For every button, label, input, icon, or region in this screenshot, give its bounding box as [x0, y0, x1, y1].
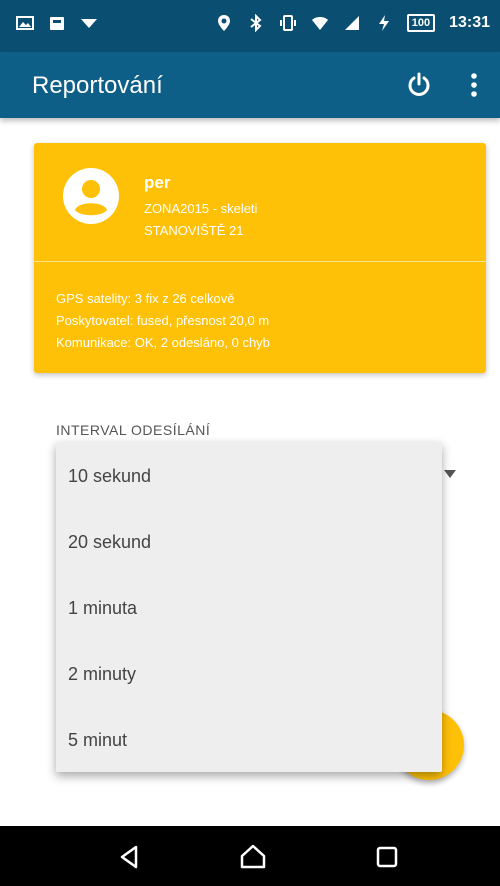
bag-icon [48, 14, 66, 32]
overflow-menu-button[interactable] [464, 70, 484, 100]
back-button[interactable] [112, 840, 146, 874]
home-button[interactable] [236, 840, 270, 874]
card-divider [34, 261, 486, 262]
signal-icon [343, 14, 361, 32]
status-bar-right: 100 13:31 [215, 14, 490, 32]
option-label: 2 minuty [68, 664, 136, 685]
power-button[interactable] [404, 70, 434, 100]
gallery-icon [16, 14, 34, 32]
recents-icon [370, 840, 404, 874]
option-label: 1 minuta [68, 598, 137, 619]
app-bar: Reportování [0, 52, 500, 118]
zone-label: ZONA2015 - skeleti [144, 201, 257, 216]
vibrate-icon [279, 14, 297, 32]
recents-button[interactable] [370, 840, 404, 874]
page-title: Reportování [32, 72, 163, 100]
station-label: STANOVIŠTĚ 21 [144, 223, 243, 238]
battery-level: 100 [407, 14, 435, 32]
status-bar-left [16, 14, 98, 32]
avatar [62, 167, 120, 225]
status-bar: 100 13:31 [0, 0, 500, 52]
user-name: per [144, 173, 170, 193]
back-icon [112, 840, 146, 874]
interval-option-5min[interactable]: 5 minut [56, 706, 442, 772]
status-card: per ZONA2015 - skeleti STANOVIŠTĚ 21 GPS… [34, 143, 486, 373]
option-label: 20 sekund [68, 532, 151, 553]
interval-label: INTERVAL ODESÍLÁNÍ [56, 422, 210, 438]
chevron-down-icon[interactable] [444, 470, 456, 478]
navigation-bar [0, 826, 500, 886]
communication-info: Komunikace: OK, 2 odesláno, 0 chyb [56, 335, 270, 350]
interval-dropdown-menu: 10 sekund 20 sekund 1 minuta 2 minuty 5 … [56, 442, 442, 772]
bluetooth-icon [247, 14, 265, 32]
gps-info: GPS satelity: 3 fix z 26 celkově [56, 291, 234, 306]
status-time: 13:31 [449, 14, 490, 32]
provider-info: Poskytovatel: fused, přesnost 20,0 m [56, 313, 269, 328]
screen: 100 13:31 Reportování per ZONA2015 - ske… [0, 0, 500, 886]
wifi-icon [311, 14, 329, 32]
option-label: 10 sekund [68, 466, 151, 487]
location-icon [215, 14, 233, 32]
charging-icon [375, 14, 393, 32]
account-circle-icon [62, 167, 120, 225]
interval-option-10s[interactable]: 10 sekund [56, 442, 442, 508]
interval-option-20s[interactable]: 20 sekund [56, 508, 442, 574]
more-vert-icon [464, 70, 484, 100]
option-label: 5 minut [68, 730, 127, 751]
wifi-down-icon [80, 14, 98, 32]
home-icon [236, 840, 270, 874]
power-icon [404, 70, 434, 100]
interval-option-1min[interactable]: 1 minuta [56, 574, 442, 640]
interval-option-2min[interactable]: 2 minuty [56, 640, 442, 706]
